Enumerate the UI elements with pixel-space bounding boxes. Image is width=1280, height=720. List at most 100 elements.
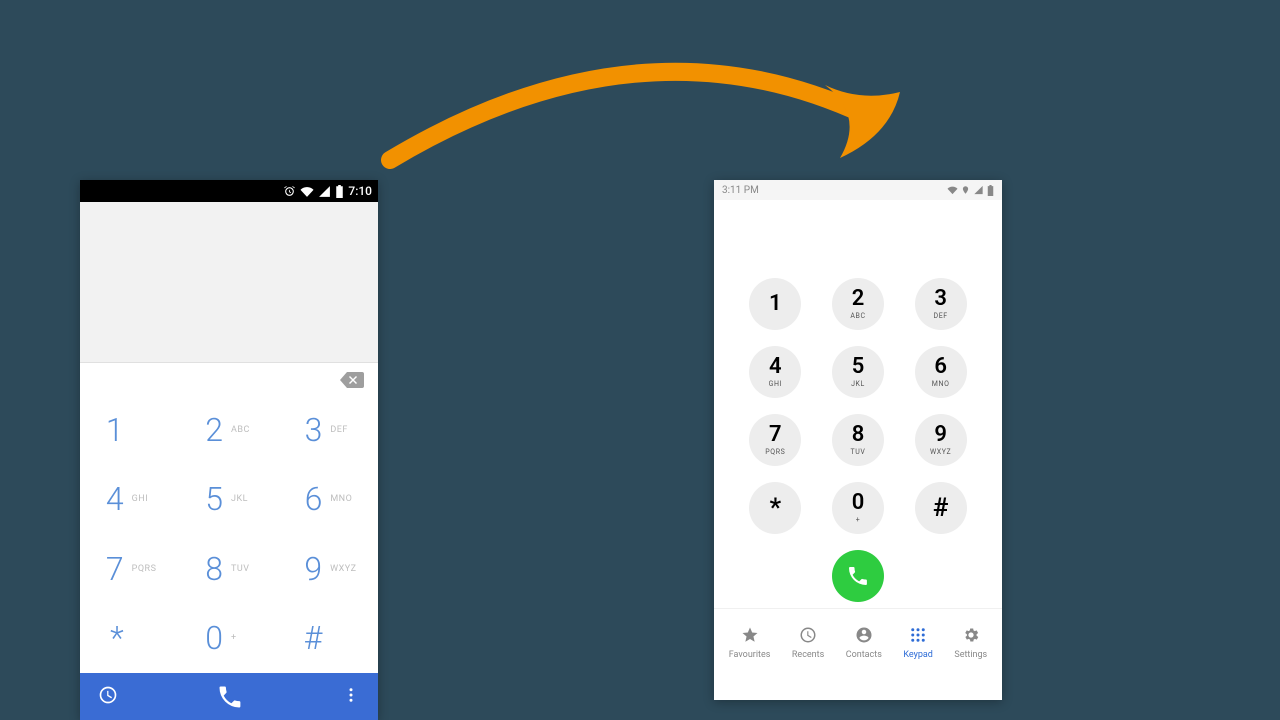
key-6[interactable]: 6MNO (915, 346, 967, 398)
key-3[interactable]: 3 DEF (279, 395, 378, 465)
keypad: 12ABC3DEF4GHI5JKL6MNO7PQRS8TUV9WXYZ*0+# (714, 270, 1002, 542)
key-*[interactable]: * (749, 482, 801, 534)
key-letters: JKL (231, 494, 257, 504)
number-display (80, 202, 378, 363)
key-digit: 4 (769, 356, 782, 378)
key-1[interactable]: 1 (749, 278, 801, 330)
key-letters: TUV (231, 564, 257, 574)
key-digit: * (769, 495, 781, 521)
key-digit: 7 (102, 550, 124, 588)
key-#[interactable]: # (279, 604, 378, 674)
tab-label: Contacts (846, 650, 882, 660)
key-letters: GHI (132, 494, 158, 504)
key-0[interactable]: 0+ (832, 482, 884, 534)
location-icon (961, 185, 970, 195)
key-letters: DEF (934, 312, 948, 320)
tab-label: Keypad (903, 650, 933, 660)
key-9[interactable]: 9 WXYZ (915, 414, 967, 466)
key-digit: 6 (934, 356, 947, 378)
key-letters: JKL (851, 380, 865, 388)
key-digit: 6 (300, 480, 322, 518)
transition-arrow-icon (360, 40, 920, 180)
key-4[interactable]: 4 GHI (80, 465, 179, 535)
bottom-tab-bar: Favourites Recents Contacts Keypad Settings (714, 608, 1002, 672)
bottom-action-bar (80, 673, 378, 720)
key-digit: 7 (769, 424, 782, 446)
key-1[interactable]: 1 (80, 395, 179, 465)
key-digit: 2 (852, 288, 865, 310)
key-8[interactable]: 8 TUV (179, 534, 278, 604)
battery-icon (987, 185, 994, 196)
settings-icon (962, 626, 980, 647)
signal-icon (973, 185, 984, 195)
battery-icon (335, 185, 344, 198)
tab-favourites[interactable]: Favourites (729, 626, 771, 660)
tab-contacts[interactable]: Contacts (846, 626, 882, 660)
key-letters: DEF (330, 425, 356, 435)
key-digit: 3 (300, 411, 322, 449)
tab-keypad[interactable]: Keypad (903, 626, 933, 660)
call-button[interactable] (118, 683, 342, 711)
tab-label: Recents (792, 650, 824, 660)
key-digit: 9 (300, 550, 322, 588)
keypad: 1 2 ABC 3 DEF 4 GHI 5 JKL 6 MNO 7 PQRS 8 TUV 9 WXYZ * 0+ # (80, 395, 378, 673)
recents-icon (799, 626, 817, 647)
key-0[interactable]: 0+ (179, 604, 278, 674)
call-button[interactable] (832, 550, 884, 602)
tab-recents[interactable]: Recents (792, 626, 824, 660)
keypad-icon (909, 626, 927, 647)
key-digit: 1 (769, 293, 782, 315)
key-letters: WXYZ (930, 448, 951, 456)
key-digit: * (102, 619, 124, 657)
key-*[interactable]: * (80, 604, 179, 674)
key-digit: # (933, 495, 949, 521)
key-3[interactable]: 3DEF (915, 278, 967, 330)
key-letters: PQRS (132, 564, 158, 574)
overflow-menu-button[interactable] (342, 686, 360, 708)
key-digit: 1 (102, 411, 124, 449)
status-bar: 3:11 PM (714, 180, 1002, 200)
key-digit: 9 (934, 424, 947, 446)
backspace-row (80, 363, 378, 395)
key-digit: # (300, 619, 322, 657)
key-digit: 4 (102, 480, 124, 518)
key-5[interactable]: 5 JKL (832, 346, 884, 398)
key-digit: 5 (852, 356, 865, 378)
key-5[interactable]: 5 JKL (179, 465, 278, 535)
status-time: 7:10 (348, 184, 372, 198)
key-letters: ABC (850, 312, 865, 320)
key-digit: 0 (201, 619, 223, 657)
key-letters: MNO (330, 494, 356, 504)
wifi-icon (947, 185, 958, 195)
key-7[interactable]: 7PQRS (749, 414, 801, 466)
key-2[interactable]: 2 ABC (179, 395, 278, 465)
signal-icon (318, 185, 331, 198)
key-digit: 8 (201, 550, 223, 588)
alarm-icon (283, 185, 296, 198)
backspace-button[interactable] (340, 372, 364, 392)
tab-settings[interactable]: Settings (954, 626, 987, 660)
key-digit: 8 (852, 424, 865, 446)
history-button[interactable] (98, 685, 118, 709)
contacts-icon (855, 626, 873, 647)
phone-new-dialer: 3:11 PM 1 2 ABC 3DEF 4GHI 5 JKL 6MNO 7PQRS 8TUV 9 W… (714, 180, 1002, 700)
key-4[interactable]: 4GHI (749, 346, 801, 398)
key-digit: 2 (201, 411, 223, 449)
key-#[interactable]: # (915, 482, 967, 534)
key-7[interactable]: 7 PQRS (80, 534, 179, 604)
key-digit: 0 (852, 492, 865, 514)
wifi-icon (300, 185, 314, 198)
key-letters: ABC (231, 425, 257, 435)
key-9[interactable]: 9 WXYZ (279, 534, 378, 604)
key-2[interactable]: 2 ABC (832, 278, 884, 330)
key-8[interactable]: 8TUV (832, 414, 884, 466)
key-letters: WXYZ (330, 564, 356, 574)
key-letters: + (856, 516, 861, 524)
favourites-icon (741, 626, 759, 647)
tab-label: Settings (954, 650, 987, 660)
number-display (714, 200, 1002, 270)
status-bar: 7:10 (80, 180, 378, 202)
key-digit: 5 (201, 480, 223, 518)
phone-old-dialer: 7:10 1 2 ABC 3 DEF 4 GHI 5 JKL 6 MNO 7 PQRS 8 TUV 9 WXYZ… (80, 180, 378, 720)
key-6[interactable]: 6 MNO (279, 465, 378, 535)
